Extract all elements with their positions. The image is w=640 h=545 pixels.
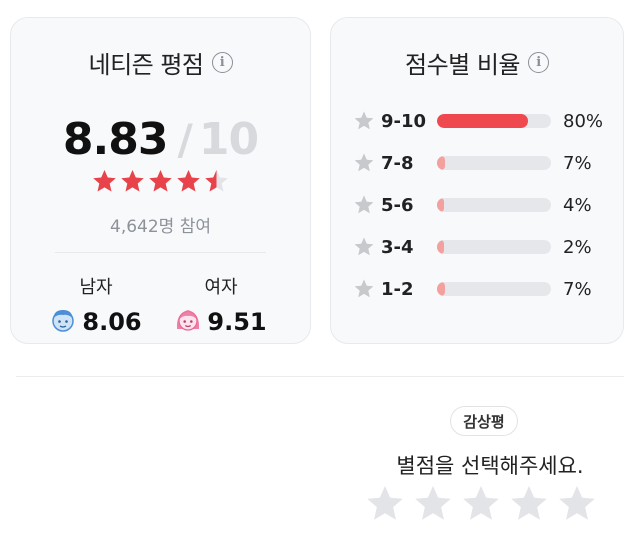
male-score: 8.06 <box>82 308 142 336</box>
distribution-bar <box>437 240 551 254</box>
male-rating: 남자 8.06 <box>36 273 156 337</box>
star-icon <box>119 168 146 195</box>
score-distribution-card: 점수별 비율 i 9-10 80% 7-8 7% 5-6 4% 3-4 2% 1-2 7% <box>330 17 624 344</box>
distribution-bar-fill <box>437 282 445 296</box>
distribution-bar-fill <box>437 240 444 254</box>
distribution-label: 7-8 <box>381 152 414 174</box>
distribution-label: 3-4 <box>381 236 414 258</box>
female-score: 9.51 <box>207 308 267 336</box>
rating-stars <box>11 168 310 195</box>
male-face-icon <box>50 307 76 337</box>
female-face-icon <box>175 307 201 337</box>
divider <box>55 252 266 253</box>
female-rating: 여자 9.51 <box>161 273 281 337</box>
max-score: 10 <box>198 114 259 165</box>
rate-star-icon[interactable] <box>556 483 598 525</box>
distribution-label: 5-6 <box>381 194 414 216</box>
score-separator: / <box>177 115 193 164</box>
male-label: 남자 <box>79 277 113 298</box>
info-icon[interactable]: i <box>528 51 550 73</box>
star-icon <box>175 168 202 195</box>
distribution-row: 7-8 7% <box>353 149 592 177</box>
info-icon[interactable]: i <box>211 51 233 73</box>
distribution-percent: 80% <box>563 110 604 132</box>
distribution-percent: 4% <box>563 194 592 216</box>
netizen-rating-title: 네티즌 평점 <box>88 50 204 79</box>
star-icon <box>353 110 375 132</box>
distribution-percent: 7% <box>563 278 592 300</box>
star-icon <box>91 168 118 195</box>
distribution-title: 점수별 비율 <box>404 50 521 79</box>
rate-star-icon[interactable] <box>412 483 454 525</box>
rate-star-icon[interactable] <box>364 483 406 525</box>
distribution-label: 1-2 <box>381 278 414 300</box>
distribution-bar <box>437 282 551 296</box>
distribution-bar <box>437 198 551 212</box>
distribution-row: 9-10 80% <box>353 107 603 135</box>
section-divider <box>16 376 624 377</box>
star-icon <box>353 152 375 174</box>
star-icon <box>147 168 174 195</box>
distribution-bar <box>437 114 551 128</box>
rate-star-icon[interactable] <box>508 483 550 525</box>
star-icon <box>203 168 230 195</box>
score-row: 8.83 / 10 <box>11 114 310 174</box>
distribution-bar-fill <box>437 156 445 170</box>
star-icon <box>353 194 375 216</box>
distribution-percent: 2% <box>563 236 592 258</box>
netizen-rating-title-row: 네티즌 평점 i <box>11 45 310 79</box>
distribution-label: 9-10 <box>381 110 427 132</box>
distribution-row: 1-2 7% <box>353 275 592 303</box>
distribution-percent: 7% <box>563 152 592 174</box>
star-icon <box>353 236 375 258</box>
star-icon <box>353 278 375 300</box>
netizen-rating-card: 네티즌 평점 i 8.83 / 10 4,642명 참여 남자 8.06 여자 <box>10 17 311 344</box>
distribution-row: 5-6 4% <box>353 191 592 219</box>
distribution-bar-fill <box>437 114 529 128</box>
distribution-title-row: 점수별 비율 i <box>331 45 623 79</box>
review-badge: 감상평 <box>450 406 518 436</box>
rate-star-icon[interactable] <box>460 483 502 525</box>
review-prompt: 별점을 선택해주세요. <box>396 454 584 478</box>
distribution-row: 3-4 2% <box>353 233 592 261</box>
participant-count: 4,642명 참여 <box>110 217 211 237</box>
average-score: 8.83 <box>62 114 169 165</box>
distribution-bar-fill <box>437 198 444 212</box>
star-rating-input[interactable] <box>364 483 598 525</box>
distribution-bar <box>437 156 551 170</box>
female-label: 여자 <box>204 277 238 298</box>
